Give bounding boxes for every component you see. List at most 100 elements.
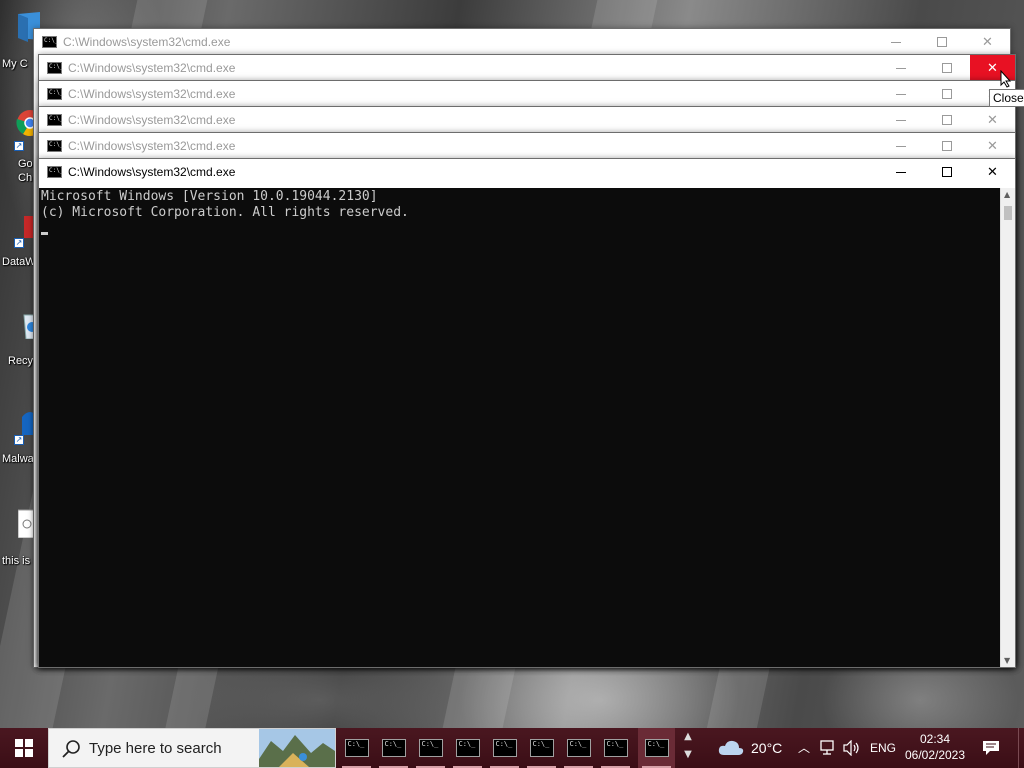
- network-button[interactable]: [818, 728, 840, 768]
- maximize-button[interactable]: [924, 159, 969, 185]
- minimize-button[interactable]: [878, 81, 923, 107]
- text-cursor: [41, 232, 48, 235]
- desktop-icon-label: My C: [2, 58, 28, 70]
- minimize-button[interactable]: [878, 133, 923, 159]
- search-icon: [62, 740, 80, 758]
- taskbar-cmd-button-active[interactable]: C:\_: [638, 728, 675, 768]
- cmd-icon-text: C:\_: [384, 740, 402, 748]
- close-button[interactable]: ✕: [970, 159, 1015, 185]
- cmd-taskbar-icon: C:\_: [644, 739, 669, 757]
- shortcut-arrow-icon: ↗: [14, 435, 24, 445]
- cmd-taskbar-icon: C:\_: [381, 739, 406, 757]
- cloud-icon: [718, 740, 744, 755]
- cmd-icon-text: C:\_: [495, 740, 513, 748]
- cmd-icon-text: C:\_: [569, 740, 587, 748]
- window-titlebar[interactable]: C:\_ C:\Windows\system32\cmd.exe ✕: [39, 55, 1015, 81]
- maximize-button[interactable]: [919, 29, 964, 55]
- maximize-button[interactable]: [924, 55, 969, 81]
- clock-date: 06/02/2023: [904, 748, 966, 762]
- minimize-icon: [895, 119, 906, 121]
- scrollbar-thumb[interactable]: [1004, 206, 1012, 220]
- search-placeholder: Type here to search: [89, 740, 222, 757]
- window-titlebar[interactable]: C:\_ C:\Windows\system32\cmd.exe ✕: [39, 107, 1015, 133]
- window-titlebar[interactable]: C:\_ C:\Windows\system32\cmd.exe ✕: [34, 29, 1010, 55]
- cmd-window-active[interactable]: C:\_ C:\Windows\system32\cmd.exe ✕ Micro…: [38, 158, 1016, 668]
- maximize-icon: [941, 115, 952, 125]
- scroll-up-icon[interactable]: ▲: [1004, 190, 1010, 199]
- taskbar-search-box[interactable]: Type here to search: [48, 728, 336, 768]
- window-title: C:\Windows\system32\cmd.exe: [68, 139, 236, 153]
- shortcut-arrow-icon: ↗: [14, 141, 24, 151]
- minimize-button[interactable]: [873, 29, 918, 55]
- mouse-pointer-icon: [1000, 70, 1012, 88]
- action-center-button[interactable]: [976, 728, 1006, 768]
- maximize-button[interactable]: [924, 133, 969, 159]
- desktop-icon-label: Recy: [8, 355, 34, 367]
- cmd-taskbar-icon: C:\_: [492, 739, 517, 757]
- maximize-icon: [941, 63, 952, 73]
- minimize-icon: [895, 145, 906, 147]
- cmd-app-icon: C:\_: [47, 88, 63, 100]
- taskbar-cmd-button[interactable]: C:\_: [375, 728, 412, 768]
- cmd-taskbar-icon: C:\_: [418, 739, 443, 757]
- taskbar-cmd-button[interactable]: C:\_: [338, 728, 375, 768]
- weather-temperature: 20°C: [751, 740, 783, 756]
- minimize-button[interactable]: [878, 107, 923, 133]
- desktop-icon-label: Ch: [18, 172, 33, 184]
- console-output[interactable]: Microsoft Windows [Version 10.0.19044.21…: [39, 188, 1000, 667]
- search-highlight-image: [259, 729, 335, 767]
- show-desktop-button[interactable]: [1018, 728, 1024, 768]
- taskbar-cmd-button[interactable]: C:\_: [560, 728, 597, 768]
- taskbar-cmd-button[interactable]: C:\_: [412, 728, 449, 768]
- volume-button[interactable]: [842, 728, 862, 768]
- clock-button[interactable]: 02:34 06/02/2023: [902, 731, 968, 768]
- cmd-icon-text: C:\_: [421, 740, 439, 748]
- taskbar-cmd-button[interactable]: C:\_: [449, 728, 486, 768]
- maximize-button[interactable]: [924, 81, 969, 107]
- minimize-button[interactable]: [878, 159, 923, 185]
- taskbar-cmd-button[interactable]: C:\_: [486, 728, 523, 768]
- minimize-icon: [895, 67, 906, 69]
- cmd-app-icon: C:\_: [47, 62, 63, 74]
- close-button[interactable]: ✕: [970, 133, 1015, 159]
- close-tooltip: Close: [989, 89, 1024, 107]
- window-title: C:\Windows\system32\cmd.exe: [68, 165, 236, 179]
- taskbar-cmd-button[interactable]: C:\_: [597, 728, 634, 768]
- minimize-button[interactable]: [878, 55, 923, 81]
- cmd-icon-text: C:\_: [347, 740, 365, 748]
- maximize-icon: [941, 89, 952, 99]
- window-titlebar[interactable]: C:\_ C:\Windows\system32\cmd.exe ✕: [39, 133, 1015, 159]
- window-title: C:\Windows\system32\cmd.exe: [68, 113, 236, 127]
- start-button[interactable]: [0, 728, 48, 768]
- weather-widget[interactable]: 20°C: [716, 728, 786, 768]
- close-icon: ✕: [987, 164, 998, 180]
- vertical-scrollbar[interactable]: ▲ ▼: [1000, 188, 1015, 667]
- speaker-icon: [843, 740, 859, 756]
- scroll-down-icon[interactable]: ▼: [1004, 656, 1010, 665]
- console-line: (c) Microsoft Corporation. All rights re…: [41, 205, 409, 220]
- close-button[interactable]: ✕: [970, 107, 1015, 133]
- cmd-icon-text: C:\_: [647, 740, 665, 748]
- window-title: C:\Windows\system32\cmd.exe: [68, 87, 236, 101]
- taskbar-overflow-scroller[interactable]: ▲ ▼: [678, 728, 698, 768]
- cmd-icon-text: C:\_: [458, 740, 476, 748]
- network-icon: [820, 740, 834, 755]
- window-titlebar[interactable]: C:\_ C:\Windows\system32\cmd.exe ✕: [39, 81, 1015, 107]
- desktop-icon-label: Malwa: [2, 453, 34, 465]
- cmd-taskbar-icon: C:\_: [455, 739, 480, 757]
- input-language-button[interactable]: ENG: [866, 728, 898, 768]
- close-icon: ✕: [987, 60, 998, 76]
- chevron-down-icon[interactable]: ▼: [678, 749, 698, 760]
- cmd-taskbar-icon: C:\_: [529, 739, 554, 757]
- chevron-up-icon[interactable]: ▲: [678, 731, 698, 742]
- minimize-icon: [895, 93, 906, 95]
- close-button[interactable]: ✕: [965, 29, 1010, 55]
- shortcut-arrow-icon: ↗: [14, 238, 24, 248]
- maximize-button[interactable]: [924, 107, 969, 133]
- cmd-app-icon: C:\_: [42, 36, 58, 48]
- close-icon: ✕: [987, 112, 998, 128]
- taskbar-cmd-button[interactable]: C:\_: [523, 728, 560, 768]
- chevron-up-icon: ︿: [798, 741, 811, 755]
- window-titlebar[interactable]: C:\_ C:\Windows\system32\cmd.exe ✕: [39, 159, 1015, 185]
- show-hidden-icons-button[interactable]: ︿: [796, 728, 814, 768]
